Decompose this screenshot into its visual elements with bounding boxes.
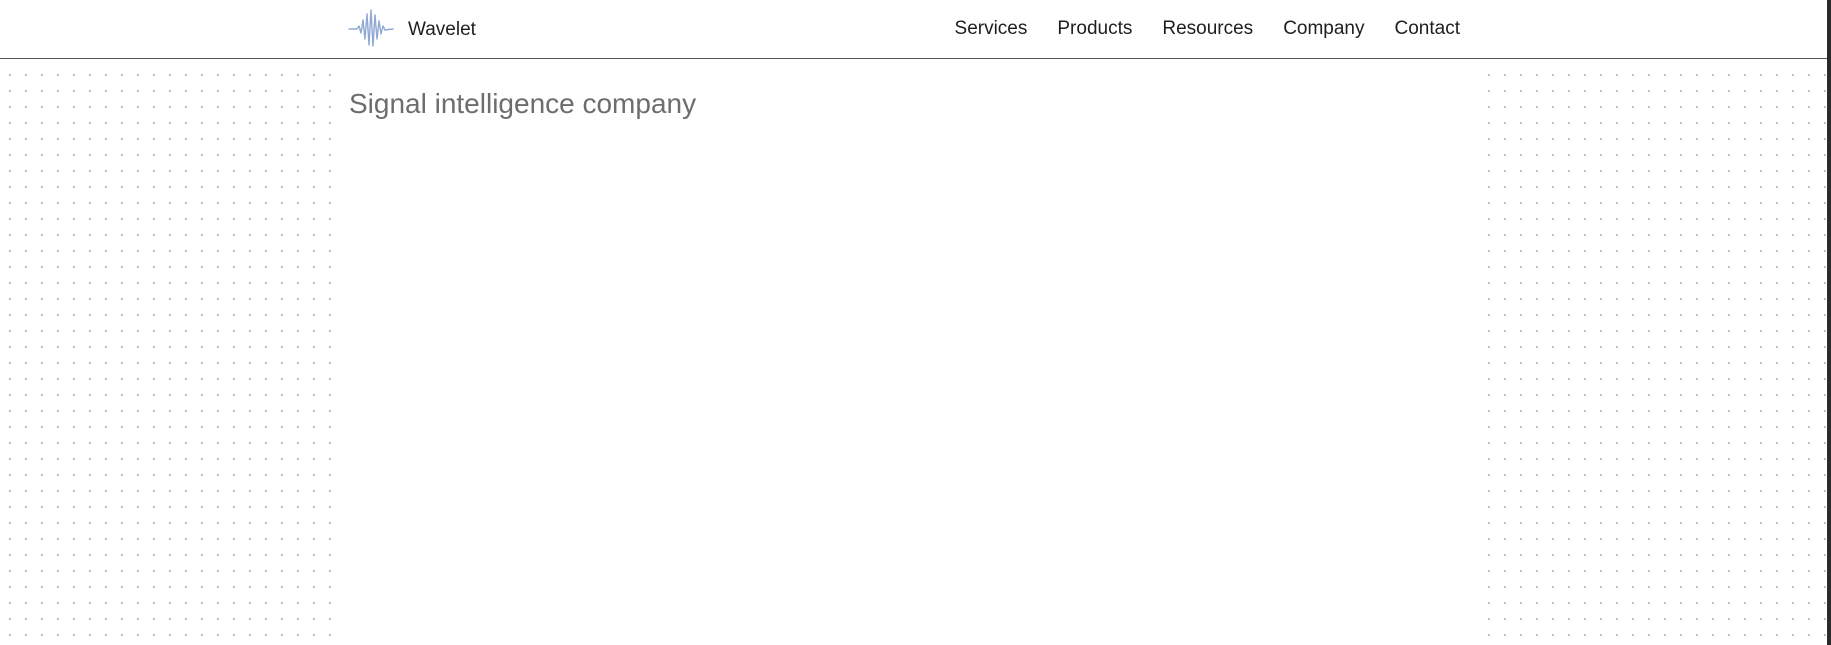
dot-pattern-left: [0, 60, 344, 645]
window-edge: [1827, 0, 1831, 645]
page-title: Signal intelligence company: [349, 88, 697, 119]
page: Wavelet Services Products Resources Comp…: [0, 0, 1827, 645]
waveform-icon[interactable]: [348, 6, 394, 50]
nav-services[interactable]: Services: [955, 18, 1028, 40]
nav-contact[interactable]: Contact: [1395, 18, 1460, 40]
main-nav: Services Products Resources Company Cont…: [955, 18, 1460, 40]
site-header: Wavelet Services Products Resources Comp…: [0, 0, 1827, 59]
nav-products[interactable]: Products: [1057, 18, 1132, 40]
nav-company[interactable]: Company: [1283, 18, 1364, 40]
nav-resources[interactable]: Resources: [1162, 18, 1253, 40]
brand-name[interactable]: Wavelet: [408, 19, 476, 41]
dot-pattern-right: [1479, 60, 1827, 645]
